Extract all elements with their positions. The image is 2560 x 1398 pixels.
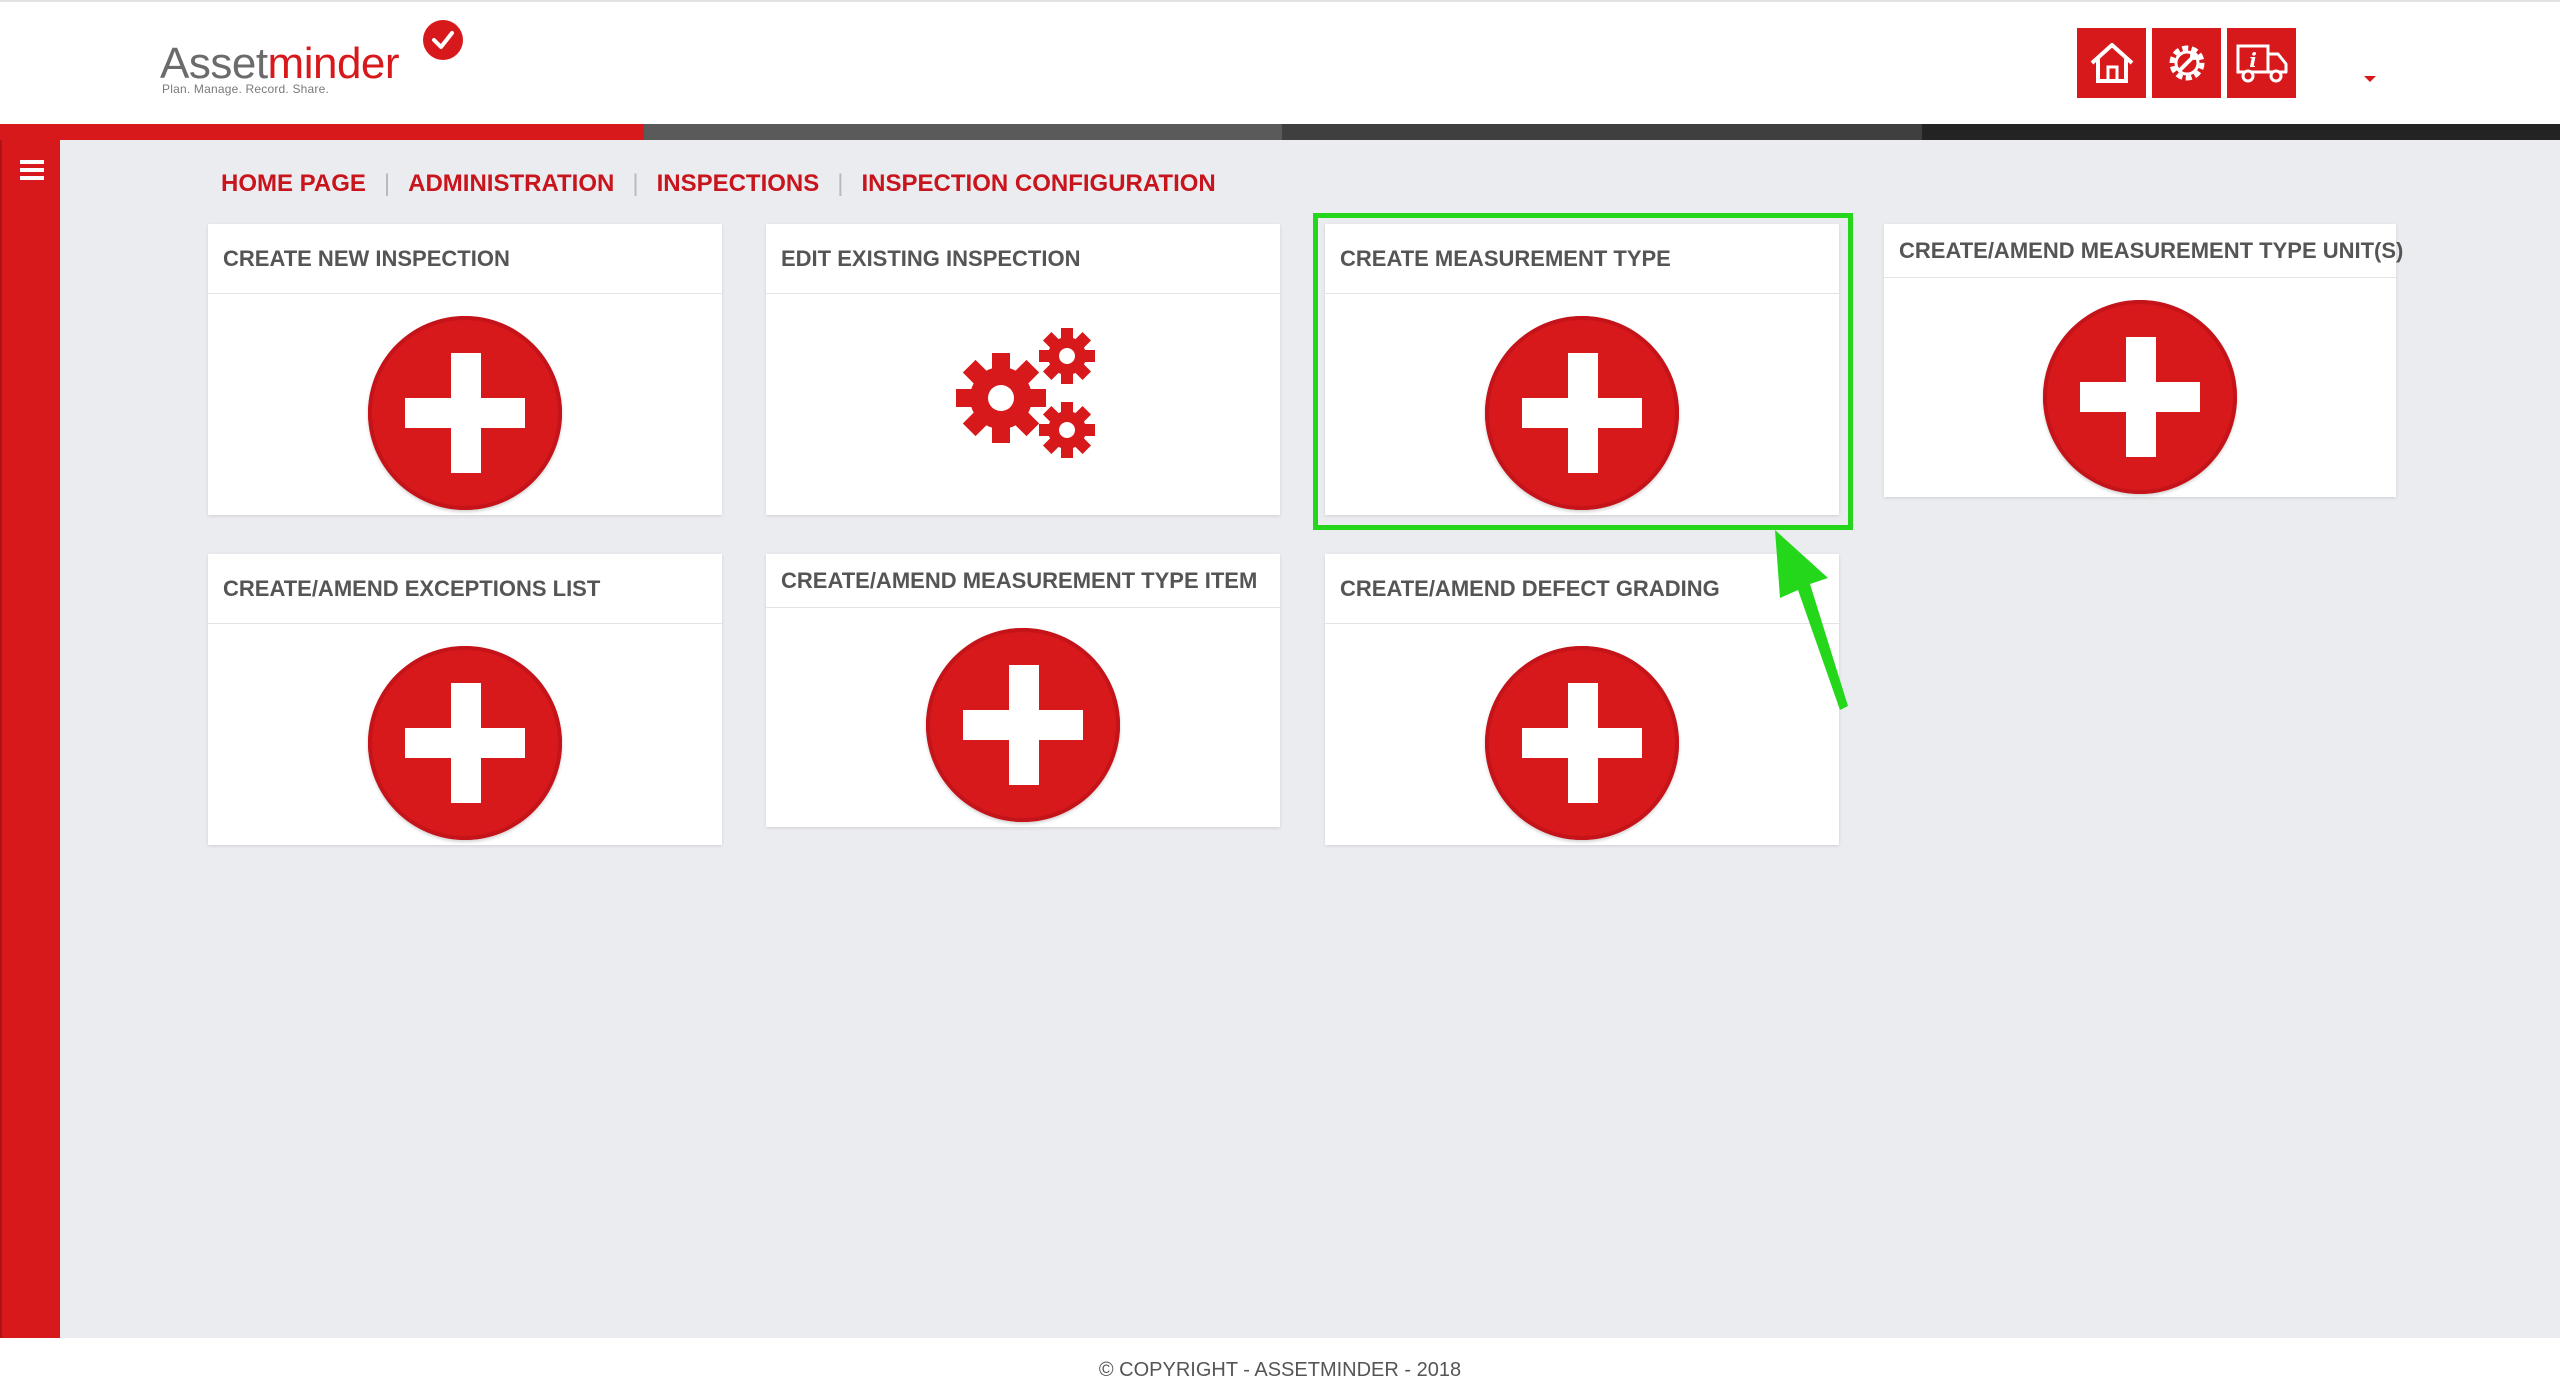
header-toolbar: i: [2077, 28, 2296, 98]
gear-wrench-icon: [2169, 45, 2204, 81]
user-menu-caret-icon[interactable]: [2364, 76, 2376, 82]
tile-title: CREATE/AMEND EXCEPTIONS LIST: [208, 554, 722, 624]
breadcrumb-separator: |: [383, 170, 391, 197]
logo-tagline: Plan. Manage. Record. Share.: [162, 82, 330, 96]
tile-title: CREATE/AMEND MEASUREMENT TYPE UNIT(S): [1884, 224, 2403, 278]
maintenance-button[interactable]: [2152, 28, 2221, 98]
header-color-bar: [0, 124, 2560, 140]
hamburger-menu-icon[interactable]: [20, 160, 44, 180]
sidebar: [0, 140, 60, 1338]
breadcrumb: HOME PAGE | ADMINISTRATION | INSPECTIONS…: [221, 170, 1216, 198]
tile-create-amend-exceptions-list[interactable]: CREATE/AMEND EXCEPTIONS LIST: [208, 554, 722, 845]
tile-title: CREATE NEW INSPECTION: [208, 224, 722, 294]
breadcrumb-separator: |: [837, 170, 844, 197]
plus-circle-icon: [1485, 646, 1679, 840]
annotation-arrow-icon: [1775, 530, 1848, 710]
breadcrumb-inspections-link[interactable]: INSPECTIONS: [657, 170, 820, 198]
vehicle-info-button[interactable]: i: [2227, 28, 2296, 98]
plus-circle-icon: [926, 628, 1120, 822]
plus-circle-icon: [368, 316, 562, 510]
tile-edit-existing-inspection[interactable]: EDIT EXISTING INSPECTION: [766, 224, 1280, 515]
tile-create-amend-measurement-type-units[interactable]: CREATE/AMEND MEASUREMENT TYPE UNIT(S): [1884, 224, 2403, 497]
top-header: Assetminder Plan. Manage. Record. Share.: [0, 0, 2560, 124]
truck-info-icon: i: [2236, 44, 2287, 83]
svg-text:i: i: [2249, 48, 2257, 72]
plus-circle-icon: [368, 646, 562, 840]
breadcrumb-administration-link[interactable]: ADMINISTRATION: [408, 170, 614, 198]
footer-copyright: © COPYRIGHT - ASSETMINDER - 2018: [0, 1338, 2560, 1398]
plus-circle-icon: [2043, 300, 2237, 494]
home-icon: [2090, 43, 2133, 83]
tile-create-amend-measurement-type-item[interactable]: CREATE/AMEND MEASUREMENT TYPE ITEM: [766, 554, 1280, 827]
highlight-box: [1313, 213, 1853, 530]
tile-create-new-inspection[interactable]: CREATE NEW INSPECTION: [208, 224, 722, 515]
checkmark-icon: [423, 20, 463, 60]
tile-title: EDIT EXISTING INSPECTION: [766, 224, 1280, 294]
assetminder-logo[interactable]: Assetminder Plan. Manage. Record. Share.: [160, 20, 480, 108]
breadcrumb-home-link[interactable]: HOME PAGE: [221, 170, 366, 198]
tile-title: CREATE/AMEND MEASUREMENT TYPE ITEM: [766, 554, 1280, 608]
gears-icon: [943, 320, 1103, 475]
breadcrumb-inspection-configuration-link[interactable]: INSPECTION CONFIGURATION: [862, 170, 1216, 198]
home-button[interactable]: [2077, 28, 2146, 98]
breadcrumb-separator: |: [632, 170, 639, 197]
